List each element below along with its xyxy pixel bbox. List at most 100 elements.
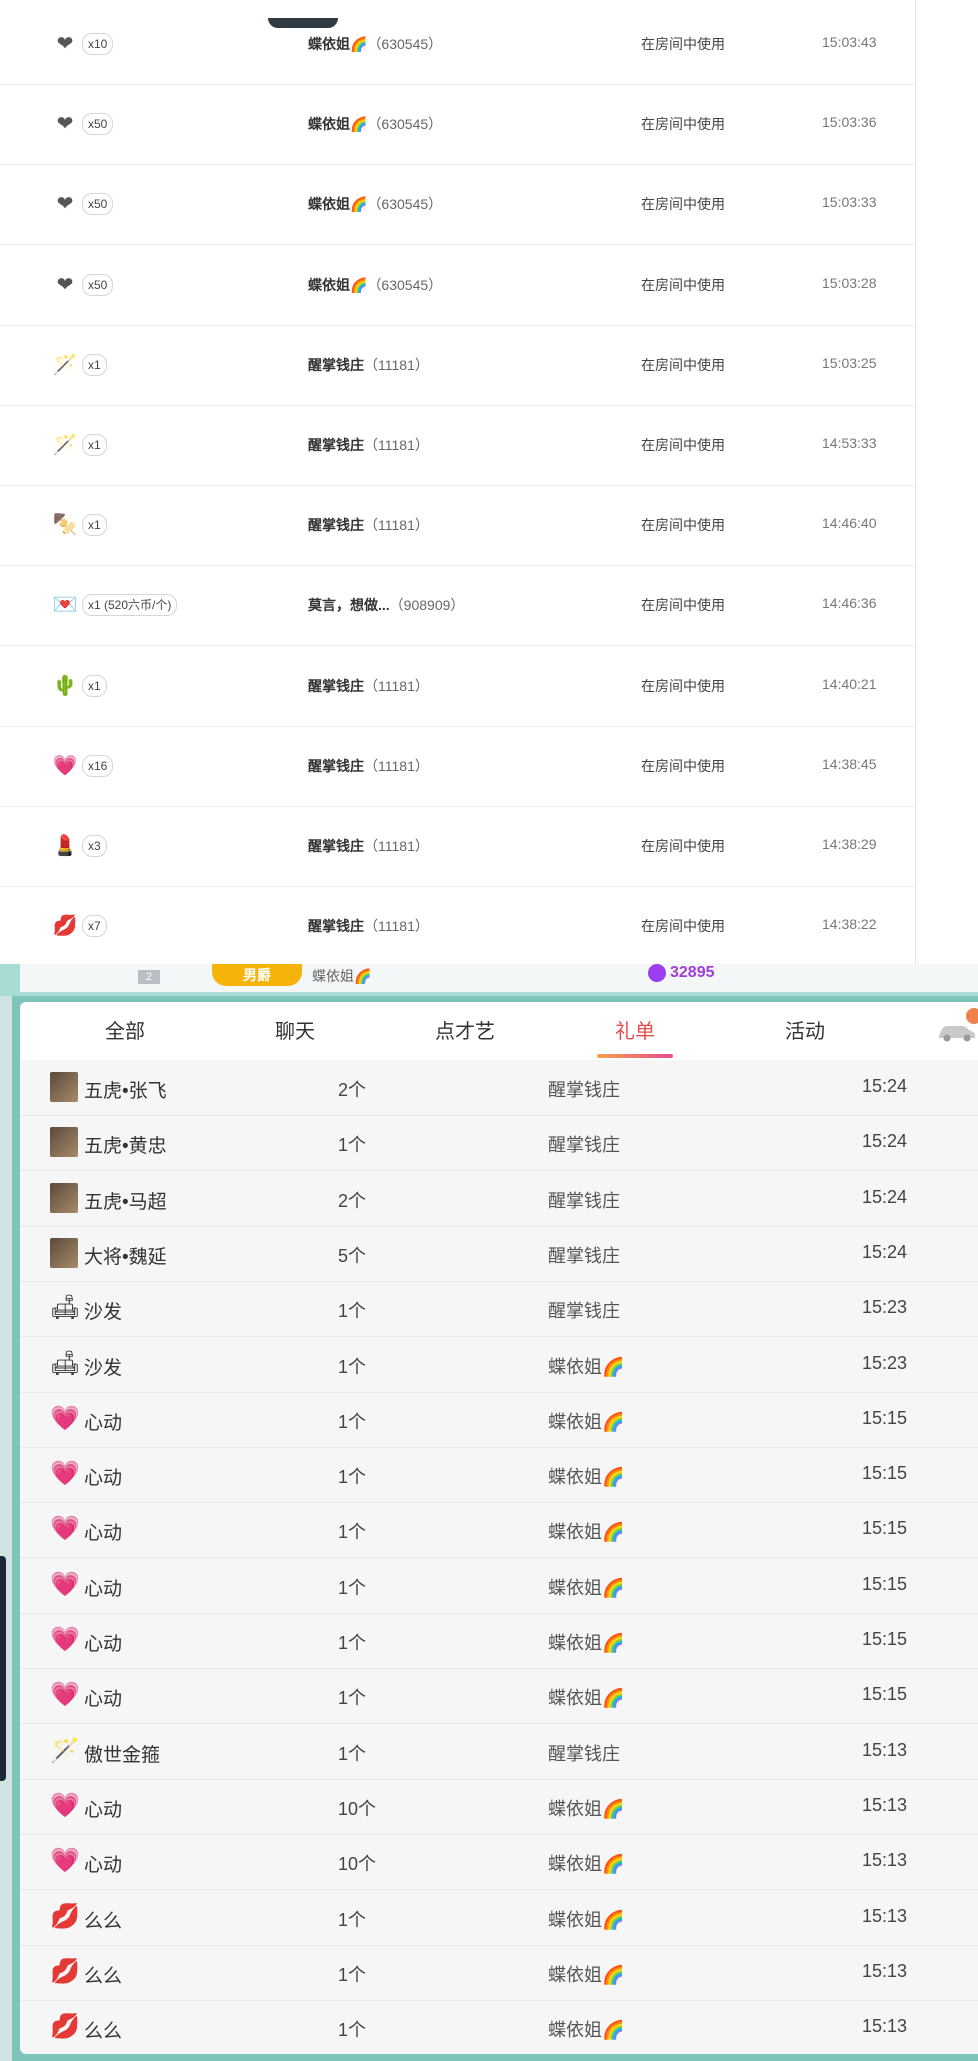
timestamp: 14:38:29 xyxy=(822,836,877,852)
gift-row[interactable]: 🛋 沙发 1个 蝶依姐🌈 15:23 xyxy=(20,1337,978,1393)
gift-row[interactable]: 💗 心动 1个 蝶依姐🌈 15:15 xyxy=(20,1447,978,1504)
gift-sender[interactable]: 醒掌钱庄 xyxy=(548,1297,620,1323)
user-info[interactable]: 蝶依姐🌈（630545） xyxy=(308,275,442,295)
gift-sender[interactable]: 蝶依姐🌈 xyxy=(548,1961,624,1987)
gift-row[interactable]: 💗 心动 1个 蝶依姐🌈 15:15 xyxy=(20,1613,978,1669)
gift-quantity: 1个 xyxy=(338,1964,367,1985)
user-info[interactable]: 莫言，想做...（908909） xyxy=(308,595,464,615)
gift-sender[interactable]: 蝶依姐🌈 xyxy=(548,1574,624,1600)
side-handle[interactable] xyxy=(0,1556,6,1781)
gift-sender[interactable]: 醒掌钱庄 xyxy=(548,1187,620,1213)
timestamp: 14:53:33 xyxy=(822,435,877,451)
gift-usage-row: 🍢 x1 醒掌钱庄（11181） 在房间中使用 14:46:40 xyxy=(0,485,915,567)
gift-usage-row: 💗 x16 醒掌钱庄（11181） 在房间中使用 14:38:45 xyxy=(0,726,915,807)
user-info[interactable]: 醒掌钱庄（11181） xyxy=(308,435,429,455)
gift-quantity: 1个 xyxy=(338,1743,367,1764)
tab-activity[interactable]: 活动 xyxy=(755,1002,855,1060)
user-name: 蝶依姐🌈 xyxy=(308,36,368,52)
gift-sender[interactable]: 蝶依姐🌈 xyxy=(548,1518,624,1544)
gift-row[interactable]: 五虎•黄忠 1个 醒掌钱庄 15:24 xyxy=(20,1115,978,1172)
gift-row[interactable]: 💗 心动 1个 蝶依姐🌈 15:15 xyxy=(20,1502,978,1559)
gift-sender[interactable]: 蝶依姐🌈 xyxy=(548,1408,624,1434)
action-text: 在房间中使用 xyxy=(641,597,725,614)
tab-talent[interactable]: 点才艺 xyxy=(415,1002,515,1060)
gift-row[interactable]: 💋 么么 1个 蝶依姐🌈 15:13 xyxy=(20,1890,978,1946)
gift-sender[interactable]: 醒掌钱庄 xyxy=(548,1740,620,1766)
gift-time: 15:23 xyxy=(862,1352,908,1373)
gift-row[interactable]: 五虎•张飞 2个 醒掌钱庄 15:24 xyxy=(20,1060,978,1116)
heartbeat-icon: 💗 xyxy=(50,1515,80,1543)
gift-sender[interactable]: 蝶依姐🌈 xyxy=(548,1353,624,1379)
user-id: （11181） xyxy=(364,517,429,534)
red-heart-icon: ❤ xyxy=(56,33,74,55)
user-id: （630545） xyxy=(367,276,443,293)
user-name: 醒掌钱庄 xyxy=(308,356,364,373)
action-text: 在房间中使用 xyxy=(641,918,725,935)
gift-sender[interactable]: 醒掌钱庄 xyxy=(548,1076,620,1102)
gift-row[interactable]: 五虎•马超 2个 醒掌钱庄 15:24 xyxy=(20,1171,978,1227)
user-info[interactable]: 醒掌钱庄（11181） xyxy=(308,676,429,696)
gift-sender[interactable]: 醒掌钱庄 xyxy=(548,1242,620,1268)
gift-name: 五虎•张飞 xyxy=(84,1081,167,1102)
general-huangzhong-portrait-icon xyxy=(50,1127,78,1158)
user-info[interactable]: 醒掌钱庄（11181） xyxy=(308,836,429,856)
gift-sender[interactable]: 蝶依姐🌈 xyxy=(548,1795,624,1821)
user-name: 醒掌钱庄 xyxy=(308,918,364,935)
user-info[interactable]: 醒掌钱庄（11181） xyxy=(308,355,429,375)
timestamp: 14:40:21 xyxy=(822,675,877,692)
gift-quantity: 1个 xyxy=(338,1577,367,1598)
gift-time: 15:24 xyxy=(862,1186,908,1207)
user-info[interactable]: 醒掌钱庄（11181） xyxy=(308,916,429,936)
user-id: （630545） xyxy=(367,116,443,133)
user-info[interactable]: 醒掌钱庄（11181） xyxy=(308,756,429,776)
quantity-badge: x1 (520六币/个) xyxy=(82,594,178,617)
gift-quantity: 1个 xyxy=(338,2020,367,2041)
gift-quantity: 2个 xyxy=(338,1190,367,1211)
rank-row[interactable]: 2 男爵 蝶依姐🌈 32895 xyxy=(20,964,978,992)
gift-sender[interactable]: 蝶依姐🌈 xyxy=(548,1906,624,1932)
gift-row[interactable]: 💗 心动 1个 蝶依姐🌈 15:15 xyxy=(20,1668,978,1725)
gift-row[interactable]: 🛋 沙发 1个 醒掌钱庄 15:23 xyxy=(20,1281,978,1338)
gift-sender[interactable]: 蝶依姐🌈 xyxy=(548,1629,624,1655)
gift-row[interactable]: 💗 心动 1个 蝶依姐🌈 15:15 xyxy=(20,1392,978,1448)
quantity-badge: x1 xyxy=(82,674,107,697)
gift-time: 15:13 xyxy=(862,1905,908,1926)
gift-quantity: 1个 xyxy=(338,1135,367,1156)
gift-sender[interactable]: 蝶依姐🌈 xyxy=(548,1463,624,1489)
gift-quantity: 1个 xyxy=(338,1301,367,1322)
coin-icon xyxy=(648,964,666,982)
gift-time: 15:13 xyxy=(862,1960,908,1981)
gift-row[interactable]: 💋 么么 1个 蝶依姐🌈 15:13 xyxy=(20,2000,978,2054)
gift-row[interactable]: 大将•魏延 5个 醒掌钱庄 15:24 xyxy=(20,1226,978,1282)
user-info[interactable]: 醒掌钱庄（11181） xyxy=(308,515,429,535)
heartbeat-icon: 💗 xyxy=(50,1681,80,1709)
gift-quantity: 1个 xyxy=(338,1909,367,1930)
quantity-badge: x1 xyxy=(82,514,107,537)
quantity-badge: x50 xyxy=(82,193,114,216)
gift-row[interactable]: 💗 心动 10个 蝶依姐🌈 15:13 xyxy=(20,1779,978,1835)
user-info[interactable]: 蝶依姐🌈（630545） xyxy=(308,194,442,214)
gift-quantity: 10个 xyxy=(338,1854,377,1875)
tab-all[interactable]: 全部 xyxy=(75,1002,175,1060)
tab-gift-list[interactable]: 礼单 xyxy=(585,1002,685,1060)
gift-quantity: 1个 xyxy=(338,1411,367,1432)
gift-row[interactable]: 💋 么么 1个 蝶依姐🌈 15:13 xyxy=(20,1945,978,2001)
user-info[interactable]: 蝶依姐🌈（630545） xyxy=(308,34,442,54)
gift-time: 15:13 xyxy=(862,1850,908,1871)
gift-row[interactable]: 💗 心动 10个 蝶依姐🌈 15:13 xyxy=(20,1834,978,1891)
gift-quantity: 10个 xyxy=(338,1798,377,1819)
gift-row[interactable]: 🪄 傲世金箍 1个 醒掌钱庄 15:13 xyxy=(20,1724,978,1780)
timestamp: 15:03:28 xyxy=(822,274,877,291)
gift-sender[interactable]: 醒掌钱庄 xyxy=(548,1131,620,1157)
user-info[interactable]: 蝶依姐🌈（630545） xyxy=(308,114,442,134)
gift-sender[interactable]: 蝶依姐🌈 xyxy=(548,1684,624,1710)
gift-sender[interactable]: 蝶依姐🌈 xyxy=(548,2016,624,2042)
gift-row[interactable]: 💗 心动 1个 蝶依姐🌈 15:15 xyxy=(20,1558,978,1614)
gift-sender[interactable]: 蝶依姐🌈 xyxy=(548,1850,624,1876)
tab-chat[interactable]: 聊天 xyxy=(245,1002,345,1060)
heartbeat-icon: 💗 xyxy=(50,1460,80,1488)
gift-name: 沙发 xyxy=(84,1302,123,1324)
gift-quantity: 1个 xyxy=(338,1633,367,1653)
gift-name: 心动 xyxy=(84,1799,123,1821)
user-id: （630545） xyxy=(367,196,443,213)
